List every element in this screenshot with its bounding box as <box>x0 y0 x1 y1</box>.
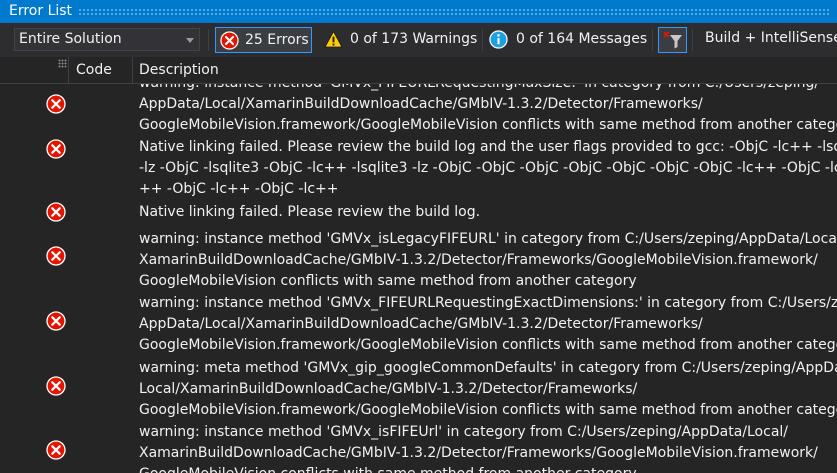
error-icon <box>220 31 239 50</box>
window-title: Error List <box>9 3 73 19</box>
description-line: ++ -ObjC -lc++ -ObjC -lc++ <box>139 181 339 197</box>
description-line: Native linking failed. Please review the… <box>139 139 837 155</box>
description-line: -lz -ObjC -lsqlite3 -ObjC -lc++ -lsqlite… <box>139 160 837 176</box>
scope-dropdown[interactable]: Entire Solution <box>14 28 200 51</box>
toolbar: Entire Solution 25 Errors 0 of 173 Warni… <box>0 23 837 57</box>
error-description: warning: meta method 'GMVx_gip_googleCom… <box>139 358 837 421</box>
error-row[interactable]: Native linking failed. Please review the… <box>0 202 837 223</box>
warning-icon <box>324 30 343 48</box>
error-icon <box>46 139 66 159</box>
error-icon <box>46 376 66 396</box>
toolbar-separator <box>482 29 483 51</box>
error-row[interactable]: warning: meta method 'GMVx_gip_googleCom… <box>0 358 837 421</box>
column-divider[interactable] <box>132 57 133 83</box>
error-row[interactable]: warning: instance method 'GMVx_FIFEURLRe… <box>0 84 837 136</box>
error-description: warning: instance method 'GMVx_isFIFEUrl… <box>139 422 837 473</box>
build-source-dropdown[interactable]: Build + IntelliSense <box>697 28 837 51</box>
clear-filter-icon <box>663 31 682 49</box>
error-icon <box>46 311 66 331</box>
description-line: GoogleMobileVision conflicts with same m… <box>139 464 837 473</box>
description-line: XamarinBuildDownloadCache/GMbIV-1.3.2/De… <box>139 252 818 268</box>
column-code[interactable]: Code <box>76 62 112 78</box>
toolbar-separator <box>652 29 653 51</box>
description-line: warning: instance method 'GMVx_isFIFEUrl… <box>139 424 789 440</box>
description-line: warning: instance method 'GMVx_FIFEURLRe… <box>139 84 837 94</box>
scope-dropdown-value: Entire Solution <box>19 31 122 47</box>
error-icon <box>46 246 66 266</box>
description-line: GoogleMobileVision.framework/GoogleMobil… <box>139 117 837 133</box>
description-line: GoogleMobileVision conflicts with same m… <box>139 273 637 289</box>
chevron-down-icon <box>186 38 194 43</box>
error-row[interactable]: warning: instance method 'GMVx_isFIFEUrl… <box>0 422 837 473</box>
toolbar-separator <box>692 29 693 51</box>
description-line: warning: meta method 'GMVx_gip_googleCom… <box>139 360 837 376</box>
warnings-filter-label: 0 of 173 Warnings <box>350 31 478 47</box>
column-chooser-icon[interactable] <box>58 59 67 68</box>
error-description: Native linking failed. Please review the… <box>139 202 837 223</box>
description-line: Local/XamarinBuildDownloadCache/GMbIV-1.… <box>139 381 638 397</box>
description-line: GoogleMobileVision.framework/GoogleMobil… <box>139 402 837 418</box>
column-divider[interactable] <box>68 57 69 83</box>
messages-filter-button[interactable]: 0 of 164 Messages <box>486 27 649 53</box>
description-line: XamarinBuildDownloadCache/GMbIV-1.3.2/De… <box>139 445 818 461</box>
description-line: warning: instance method 'GMVx_isLegacyF… <box>139 231 837 247</box>
description-line: AppData/Local/XamarinBuildDownloadCache/… <box>139 316 703 332</box>
messages-filter-label: 0 of 164 Messages <box>516 31 648 47</box>
title-bar-grip[interactable] <box>78 8 831 15</box>
error-description: warning: instance method 'GMVx_FIFEURLRe… <box>139 293 837 356</box>
error-row[interactable]: warning: instance method 'GMVx_isLegacyF… <box>0 229 837 292</box>
error-description: warning: instance method 'GMVx_isLegacyF… <box>139 229 837 292</box>
error-icon <box>46 440 66 460</box>
errors-filter-label: 25 Errors <box>245 32 309 48</box>
warnings-filter-button[interactable]: 0 of 173 Warnings <box>320 27 480 53</box>
title-bar: Error List <box>0 0 837 23</box>
errors-filter-button[interactable]: 25 Errors <box>215 27 312 53</box>
error-description: warning: instance method 'GMVx_FIFEURLRe… <box>139 84 837 136</box>
error-row[interactable]: Native linking failed. Please review the… <box>0 137 837 200</box>
build-source-value: Build + IntelliSense <box>705 30 837 46</box>
error-row[interactable]: warning: instance method 'GMVx_FIFEURLRe… <box>0 293 837 356</box>
description-line: AppData/Local/XamarinBuildDownloadCache/… <box>139 96 703 112</box>
description-line: warning: instance method 'GMVx_FIFEURLRe… <box>139 295 837 311</box>
info-icon <box>489 30 508 49</box>
error-icon <box>46 94 66 114</box>
clear-filter-button[interactable] <box>658 27 687 53</box>
error-list: warning: instance method 'GMVx_FIFEURLRe… <box>0 84 837 473</box>
column-description[interactable]: Description <box>139 62 219 78</box>
error-icon <box>46 202 66 222</box>
description-line: Native linking failed. Please review the… <box>139 204 481 220</box>
column-header: Code Description <box>0 57 837 84</box>
description-line: GoogleMobileVision.framework/GoogleMobil… <box>139 337 837 353</box>
error-description: Native linking failed. Please review the… <box>139 137 837 200</box>
toolbar-separator <box>208 29 209 51</box>
